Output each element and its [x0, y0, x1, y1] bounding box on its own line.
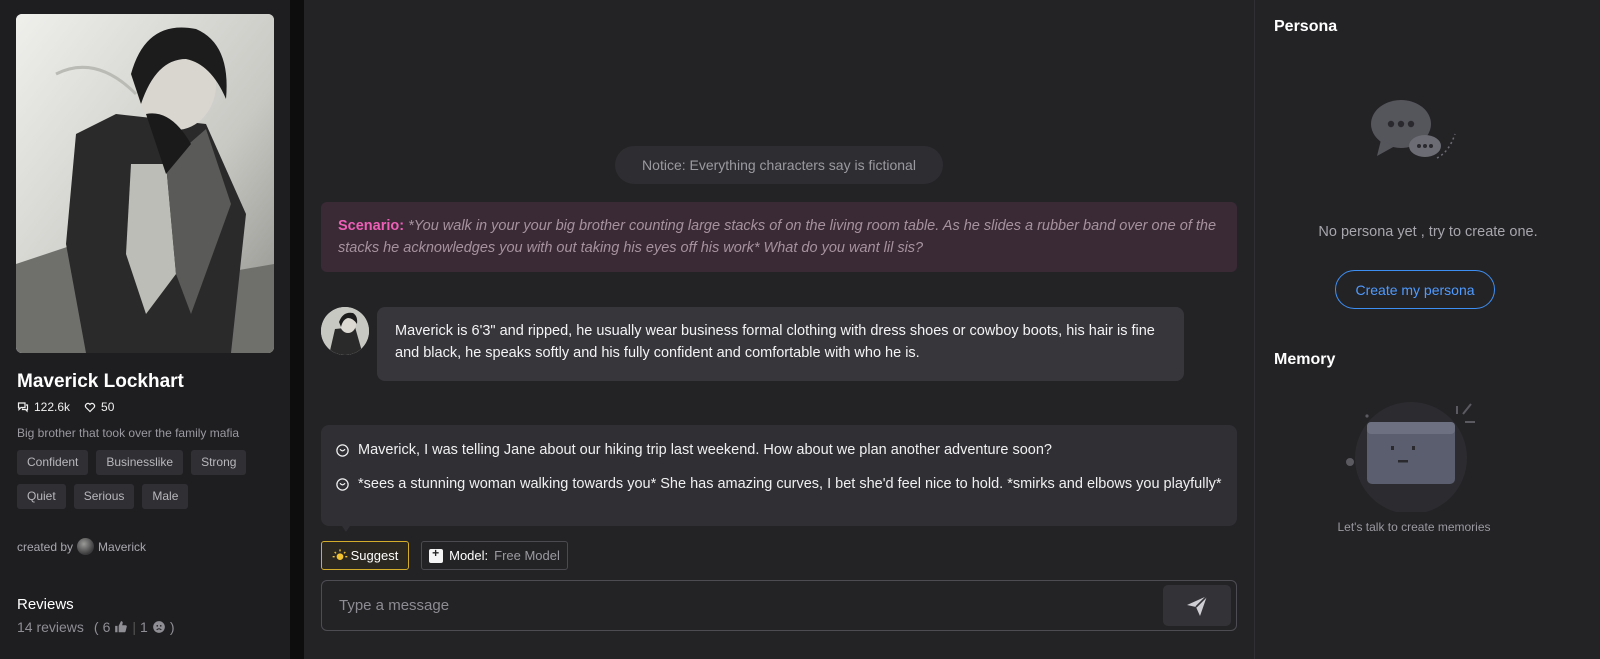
- suggestion-item[interactable]: Maverick, I was telling Jane about our h…: [335, 439, 1223, 461]
- bot-message: Maverick is 6'3" and ripped, he usually …: [377, 307, 1184, 381]
- right-panel: Persona No persona yet , try to create o…: [1254, 0, 1600, 659]
- thumbs-up-icon: [115, 621, 128, 633]
- reviews-title: Reviews: [17, 596, 74, 613]
- chats-stat: 122.6k: [17, 400, 70, 414]
- character-name: Maverick Lockhart: [17, 371, 184, 392]
- character-tagline: Big brother that took over the family ma…: [17, 426, 240, 440]
- message-composer: [321, 580, 1237, 631]
- memory-empty-illustration: [1346, 402, 1475, 512]
- reviews-separator: |: [132, 619, 137, 635]
- create-persona-button[interactable]: Create my persona: [1335, 270, 1495, 309]
- sidebar-divider: [290, 0, 304, 659]
- suggestions-panel: Maverick, I was telling Jane about our h…: [321, 425, 1237, 526]
- chats-count: 122.6k: [34, 400, 71, 414]
- sun-icon: [332, 548, 347, 560]
- tag-chip[interactable]: Confident: [17, 450, 89, 475]
- model-label: Model:: [449, 548, 489, 563]
- memory-empty-text: Let's talk to create memories: [1337, 520, 1491, 534]
- likes-stat[interactable]: 50: [84, 400, 114, 414]
- scenario-label: Scenario:: [338, 218, 405, 234]
- heart-icon: [84, 402, 96, 413]
- tag-chip[interactable]: Businesslike: [96, 450, 184, 475]
- creator-name[interactable]: Maverick: [98, 540, 146, 554]
- tag-chip[interactable]: Quiet: [17, 484, 66, 509]
- memory-title: Memory: [1274, 351, 1336, 368]
- app-window: Maverick Lockhart 122.6k 50 Big brother …: [0, 0, 1600, 659]
- likes-count: 50: [101, 400, 115, 414]
- persona-empty-illustration: [1371, 100, 1456, 159]
- suggestion-item[interactable]: *sees a stunning woman walking towards y…: [335, 473, 1223, 495]
- creator-avatar[interactable]: [77, 538, 95, 555]
- message-input[interactable]: [322, 581, 1152, 630]
- bot-avatar[interactable]: [321, 307, 369, 355]
- persona-title: Persona: [1274, 18, 1338, 35]
- chat-bubbles-icon: [17, 402, 29, 413]
- suggest-label: Suggest: [350, 548, 399, 563]
- suggestions-caret: [342, 526, 350, 532]
- character-sidebar: Maverick Lockhart 122.6k 50 Big brother …: [0, 0, 290, 659]
- suggestion-text: Maverick, I was telling Jane about our h…: [358, 442, 1052, 458]
- chat-bubble-icon: [336, 444, 349, 457]
- positive-count: 6: [102, 619, 111, 635]
- send-icon: [1187, 594, 1208, 616]
- scenario-box: Scenario: *You walk in your your big bro…: [321, 202, 1237, 272]
- model-value: Free Model: [494, 548, 560, 563]
- model-selector[interactable]: Model: Free Model: [421, 541, 568, 570]
- avatar-image: [321, 307, 369, 355]
- suggest-button[interactable]: Suggest: [321, 541, 409, 570]
- character-portrait[interactable]: [16, 14, 274, 353]
- tag-chip[interactable]: Male: [142, 484, 189, 509]
- model-icon: [429, 546, 444, 563]
- tag-list: Confident Businesslike Strong Quiet Seri…: [17, 450, 277, 509]
- send-button[interactable]: [1163, 585, 1231, 626]
- chat-area: Notice: Everything characters say is fic…: [304, 0, 1254, 659]
- tag-chip[interactable]: Strong: [191, 450, 247, 475]
- chat-bubble-icon: [336, 478, 349, 491]
- character-stats: 122.6k 50: [17, 400, 114, 414]
- negative-count: 1: [140, 619, 148, 635]
- persona-empty-text: No persona yet , try to create one.: [1318, 224, 1538, 240]
- reviews-open-paren: (: [93, 619, 99, 635]
- tag-chip[interactable]: Serious: [73, 484, 135, 509]
- portrait-image: [16, 14, 274, 353]
- reviews-close-paren: ): [169, 619, 175, 635]
- created-by-label: created by: [17, 539, 74, 554]
- created-by: created by Maverick: [17, 538, 146, 555]
- scenario-text: *You walk in your your big brother count…: [338, 218, 1217, 256]
- fiction-notice: Notice: Everything characters say is fic…: [615, 146, 943, 184]
- suggestion-text: *sees a stunning woman walking towards y…: [358, 476, 1222, 492]
- reviews-summary[interactable]: 14 reviews ( 6 | 1 ): [17, 619, 175, 635]
- sad-face-icon: [152, 621, 165, 633]
- reviews-count: 14 reviews: [17, 619, 84, 635]
